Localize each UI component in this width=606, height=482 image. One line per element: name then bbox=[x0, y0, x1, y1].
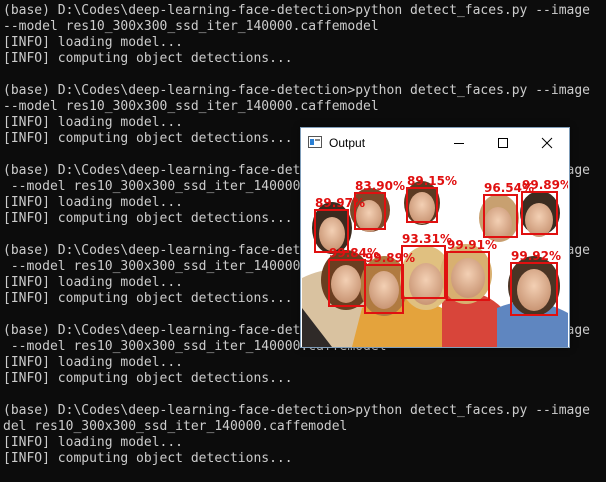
console-line: (base) D:\Codes\deep-learning-face-detec… bbox=[3, 83, 590, 98]
console-line: [INFO] loading model... bbox=[3, 355, 184, 370]
detection-label: 83.90% bbox=[355, 179, 405, 193]
console-line: [INFO] computing object detections... bbox=[3, 51, 293, 66]
title-bar[interactable]: Output bbox=[301, 128, 569, 158]
console-line: [INFO] loading model... bbox=[3, 195, 184, 210]
close-button[interactable] bbox=[525, 128, 569, 158]
console-line: [INFO] computing object detections... bbox=[3, 291, 293, 306]
close-icon bbox=[541, 137, 553, 149]
maximize-button[interactable] bbox=[481, 128, 525, 158]
console-line: --model res10_300x300_ssd_iter_140000.ca… bbox=[3, 19, 379, 34]
detection-image: 89.97%83.90% 89.15% 96.54%99.89%93.31%99.8… bbox=[302, 158, 568, 347]
console-line: (base) D:\Codes\deep-learning-face-detec… bbox=[3, 403, 590, 418]
console-line: (base) D:\Codes\deep-learning-face-detec… bbox=[3, 3, 590, 18]
console-line: [INFO] computing object detections... bbox=[3, 451, 293, 466]
console-line: [INFO] loading model... bbox=[3, 35, 184, 50]
maximize-icon bbox=[498, 138, 508, 148]
console-line: --model res10_300x300_ssd_iter_140000.ca… bbox=[3, 99, 379, 114]
console-line: [INFO] loading model... bbox=[3, 435, 184, 450]
app-icon bbox=[308, 136, 322, 148]
detection-label: 99.91% bbox=[447, 238, 497, 252]
console-line: [INFO] loading model... bbox=[3, 115, 184, 130]
console-line: [INFO] computing object detections... bbox=[3, 131, 293, 146]
minimize-button[interactable] bbox=[437, 128, 481, 158]
detection-label: 89.97% bbox=[315, 196, 365, 210]
detection-label: 99.89% bbox=[522, 178, 568, 192]
output-window[interactable]: Output 89.97% 83.90% 89.15% 96.54% 99.89… bbox=[300, 127, 570, 348]
detection-label: 93.31% bbox=[402, 232, 452, 246]
detection-label: 99.89% bbox=[365, 251, 415, 265]
console-line: [INFO] loading model... bbox=[3, 275, 184, 290]
window-title: Output bbox=[329, 136, 366, 150]
detection-label: 89.15% bbox=[407, 174, 457, 188]
console-line: del res10_300x300_ssd_iter_140000.caffem… bbox=[3, 419, 348, 434]
console-line: [INFO] computing object detections... bbox=[3, 371, 293, 386]
detection-label: 99.92% bbox=[511, 249, 561, 263]
console-line: [INFO] computing object detections... bbox=[3, 211, 293, 226]
minimize-icon bbox=[454, 143, 464, 144]
